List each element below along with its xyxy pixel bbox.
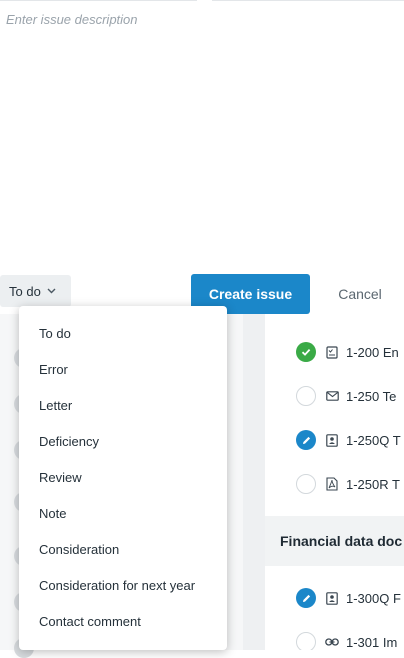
menu-item-note[interactable]: Note: [19, 495, 227, 531]
section-header: Financial data doc: [265, 516, 404, 566]
menu-item-contact-comment[interactable]: Contact comment: [19, 603, 227, 639]
field-border-right: [212, 0, 404, 1]
pending-status-icon: [296, 632, 316, 650]
pdf-icon: [325, 477, 339, 491]
cancel-button[interactable]: Cancel: [320, 274, 400, 314]
document-row[interactable]: 1-301 Im: [265, 630, 404, 650]
top-border: [0, 0, 404, 2]
document-row[interactable]: 1-250R T: [265, 472, 404, 496]
status-select-value: To do: [9, 283, 41, 299]
menu-item-error[interactable]: Error: [19, 351, 227, 387]
envelope-icon: [325, 389, 339, 403]
document-row[interactable]: 1-250Q T: [265, 428, 404, 452]
pending-status-icon: [296, 386, 316, 406]
contact-card-icon: [325, 591, 339, 605]
pencil-icon: [296, 588, 316, 608]
checklist-icon: [325, 345, 339, 359]
field-border-left: [0, 0, 197, 1]
menu-item-consideration[interactable]: Consideration: [19, 531, 227, 567]
panel-divider: [243, 314, 265, 650]
document-label: 1-300Q F: [346, 590, 401, 606]
menu-item-consideration-next-year[interactable]: Consideration for next year: [19, 567, 227, 603]
menu-item-to-do[interactable]: To do: [19, 315, 227, 351]
pending-status-icon: [296, 474, 316, 494]
contact-card-icon: [325, 433, 339, 447]
menu-item-letter[interactable]: Letter: [19, 387, 227, 423]
status-dropdown-menu: To do Error Letter Deficiency Review Not…: [19, 306, 227, 650]
document-row[interactable]: 1-250 Te: [265, 384, 404, 408]
document-label: 1-200 En: [346, 344, 399, 360]
issue-description-input[interactable]: [0, 8, 404, 258]
document-row[interactable]: 1-200 En: [265, 340, 404, 364]
document-label: 1-301 Im: [346, 634, 398, 650]
link-icon: [325, 635, 339, 649]
status-select[interactable]: To do: [0, 275, 71, 307]
document-panel: 1-200 En 1-250 Te 1-250Q T 1-250R T Fina…: [265, 314, 404, 650]
done-check-icon: [296, 342, 316, 362]
document-row[interactable]: 1-300Q F: [265, 586, 404, 610]
pencil-icon: [296, 430, 316, 450]
document-label: 1-250R T: [346, 476, 400, 492]
menu-item-deficiency[interactable]: Deficiency: [19, 423, 227, 459]
document-label: 1-250Q T: [346, 432, 401, 448]
menu-item-review[interactable]: Review: [19, 459, 227, 495]
document-label: 1-250 Te: [346, 388, 397, 404]
chevron-down-icon: [47, 286, 56, 297]
